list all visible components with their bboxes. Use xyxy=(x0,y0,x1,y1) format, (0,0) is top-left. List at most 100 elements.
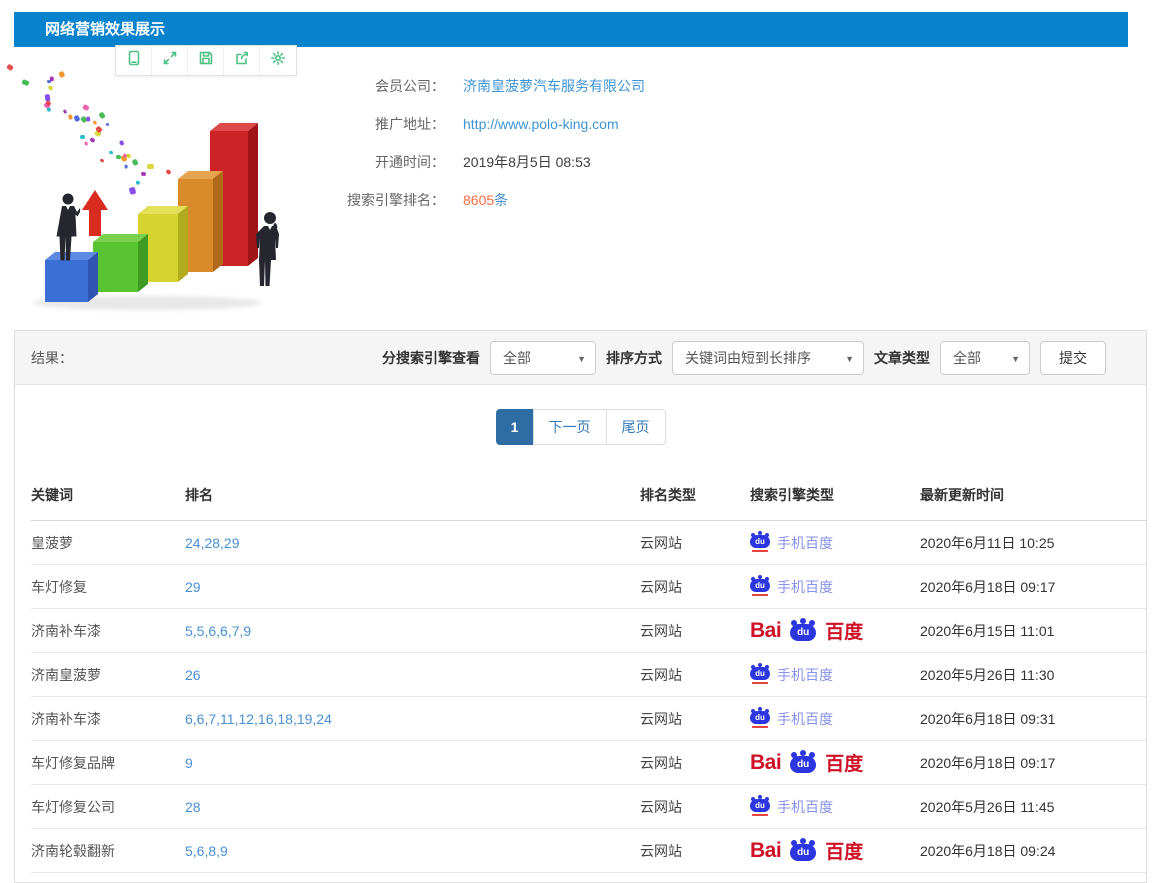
keyword-cell: 皇菠萝 xyxy=(31,533,185,553)
settings-button[interactable] xyxy=(260,46,296,75)
mobile-preview-button[interactable] xyxy=(116,46,152,75)
save-icon xyxy=(198,50,214,71)
baidu-logo-bai: Bai xyxy=(750,839,781,863)
updated-cell: 2020年6月15日 11:01 xyxy=(920,621,1146,641)
paw-pad: du xyxy=(750,535,770,548)
baidu-paw-icon: du xyxy=(790,840,816,861)
sort-filter-select[interactable]: 关键词由短到长排序 ▼ xyxy=(672,341,864,375)
header-updated: 最新更新时间 xyxy=(920,485,1146,505)
filter-group: 分搜索引擎查看 全部 ▼ 排序方式 关键词由短到长排序 ▼ 文章类型 全部 ▼ … xyxy=(382,341,1106,375)
paw-pad: du xyxy=(790,756,816,773)
chevron-down-icon: ▼ xyxy=(845,354,854,364)
rank-links[interactable]: 9 xyxy=(185,755,640,771)
paw-pad: du xyxy=(750,711,770,724)
gear-icon xyxy=(270,50,286,71)
table-header-row: 关键词 排名 排名类型 搜索引擎类型 最新更新时间 xyxy=(31,465,1146,521)
promo-url-label: 推广地址： xyxy=(340,114,445,134)
mobile-baidu-label: 手机百度 xyxy=(777,577,833,597)
engine-filter-select[interactable]: 全部 ▼ xyxy=(490,341,596,375)
baidu-paw-icon: du xyxy=(750,665,770,684)
fullscreen-button[interactable] xyxy=(152,46,188,75)
member-info: 会员公司： 济南皇菠萝汽车服务有限公司 推广地址： http://www.pol… xyxy=(340,76,860,228)
baidu-paw-icon: du xyxy=(750,709,770,728)
baidu-logo-text: 百度 xyxy=(825,749,863,776)
rank-links[interactable]: 6,6,7,11,12,16,18,19,24 xyxy=(185,711,640,727)
marketing-illustration xyxy=(12,74,312,314)
rank-type-cell: 云网站 xyxy=(640,753,750,773)
paw-pad: du xyxy=(750,579,770,592)
last-page-button[interactable]: 尾页 xyxy=(606,409,666,445)
header-rank: 排名 xyxy=(185,485,640,505)
updated-cell: 2020年6月11日 10:25 xyxy=(920,533,1146,553)
rank-links[interactable]: 5,5,6,6,7,9 xyxy=(185,623,640,639)
engine-cell: Baidu 百度 xyxy=(750,837,920,864)
ranking-count-label: 搜索引擎排名： xyxy=(340,190,445,210)
save-button[interactable] xyxy=(188,46,224,75)
paw-underline xyxy=(752,550,768,552)
baidu-logo-text: 百度 xyxy=(825,617,863,644)
ranking-count-suffix: 条 xyxy=(494,192,508,208)
engine-cell: du 手机百度 xyxy=(750,797,920,817)
keyword-cell: 车灯修复品牌 xyxy=(31,753,185,773)
baidu-paw-icon: du xyxy=(790,752,816,773)
ranking-table: 关键词 排名 排名类型 搜索引擎类型 最新更新时间 皇菠萝24,28,29云网站… xyxy=(15,465,1146,883)
rank-links[interactable]: 29 xyxy=(185,579,640,595)
header-keyword: 关键词 xyxy=(31,485,185,505)
paw-underline xyxy=(752,726,768,728)
mobile-baidu-label: 手机百度 xyxy=(777,797,833,817)
table-row: 济南车子补漆6,8,11,11,13,15,17,17,18,19,23云网站d… xyxy=(31,873,1146,883)
article-type-select[interactable]: 全部 ▼ xyxy=(940,341,1030,375)
updated-cell: 2020年6月18日 09:17 xyxy=(920,577,1146,597)
results-panel: 结果： 分搜索引擎查看 全部 ▼ 排序方式 关键词由短到长排序 ▼ 文章类型 全… xyxy=(14,330,1147,883)
rank-type-cell: 云网站 xyxy=(640,665,750,685)
chevron-down-icon: ▼ xyxy=(577,354,586,364)
widget-toolbar xyxy=(115,45,297,76)
baidu-paw-icon: du xyxy=(750,577,770,596)
share-button[interactable] xyxy=(224,46,260,75)
chevron-down-icon: ▼ xyxy=(1011,354,1020,364)
rank-links[interactable]: 28 xyxy=(185,799,640,815)
page-button-current[interactable]: 1 xyxy=(496,409,534,445)
info-row-open-time: 开通时间： 2019年8月5日 08:53 xyxy=(340,152,860,172)
rank-links[interactable]: 24,28,29 xyxy=(185,535,640,551)
paw-underline xyxy=(752,594,768,596)
promo-url-link[interactable]: http://www.polo-king.com xyxy=(463,116,619,132)
info-row-url: 推广地址： http://www.polo-king.com xyxy=(340,114,860,134)
page-title-bar: 网络营销效果展示 xyxy=(14,12,1128,47)
paw-pad: du xyxy=(790,624,816,641)
baidu-logo-bai: Bai xyxy=(750,619,781,643)
keyword-cell: 济南补车漆 xyxy=(31,621,185,641)
ranking-count-value: 8605 xyxy=(463,192,494,208)
baidu-paw-icon: du xyxy=(790,620,816,641)
header-engine-type: 搜索引擎类型 xyxy=(750,485,920,505)
article-type-value: 全部 xyxy=(953,348,981,368)
engine-cell: Baidu百度 xyxy=(750,749,920,776)
next-page-button[interactable]: 下一页 xyxy=(533,409,607,445)
table-row: 车灯修复29云网站du手机百度2020年6月18日 09:17 xyxy=(31,565,1146,609)
table-row: 车灯修复公司28云网站du手机百度2020年5月26日 11:45 xyxy=(31,785,1146,829)
keyword-cell: 济南皇菠萝 xyxy=(31,665,185,685)
rank-links[interactable]: 26 xyxy=(185,667,640,683)
bar-green xyxy=(93,242,138,292)
company-link[interactable]: 济南皇菠萝汽车服务有限公司 xyxy=(463,76,645,96)
table-row: 济南皇菠萝26云网站du 手机百度 2020年5月26日 11:30 xyxy=(31,653,1146,697)
share-icon xyxy=(234,50,250,71)
rank-type-cell: 云网站 xyxy=(640,533,750,553)
engine-filter-label: 分搜索引擎查看 xyxy=(382,348,480,368)
updated-cell: 2020年5月26日 11:30 xyxy=(920,665,1146,685)
baidu-logo-text: 百度 xyxy=(825,837,863,864)
table-row: 济南补车漆6,6,7,11,12,16,18,19,24云网站du手机百度202… xyxy=(31,697,1146,741)
rank-links[interactable]: 5,6,8,9 xyxy=(185,843,640,859)
keyword-cell: 车灯修复公司 xyxy=(31,797,185,817)
sort-filter-label: 排序方式 xyxy=(606,348,662,368)
filter-bar: 结果： 分搜索引擎查看 全部 ▼ 排序方式 关键词由短到长排序 ▼ 文章类型 全… xyxy=(15,331,1146,385)
updated-cell: 2020年6月18日 09:24 xyxy=(920,841,1146,861)
up-arrow-graphic xyxy=(82,190,108,236)
table-row: 皇菠萝24,28,29云网站du手机百度2020年6月11日 10:25 xyxy=(31,521,1146,565)
table-row: 车灯修复品牌9云网站Baidu百度2020年6月18日 09:17 xyxy=(31,741,1146,785)
mobile-baidu-label: 手机百度 xyxy=(777,665,833,685)
baidu-paw-icon: du xyxy=(750,533,770,552)
submit-button[interactable]: 提交 xyxy=(1040,341,1106,375)
table-row: 济南补车漆5,5,6,6,7,9云网站Baidu百度2020年6月15日 11:… xyxy=(31,609,1146,653)
baidu-paw-icon: du xyxy=(750,797,770,816)
